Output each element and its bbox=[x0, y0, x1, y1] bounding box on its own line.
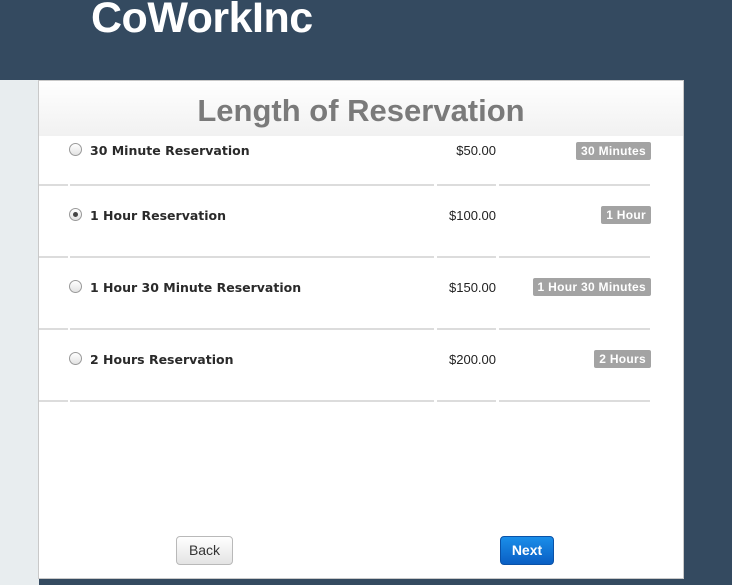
back-button[interactable]: Back bbox=[176, 536, 233, 565]
option-label[interactable]: 2 Hours Reservation bbox=[90, 352, 233, 367]
reservation-option-1-hour[interactable]: 1 Hour Reservation $100.00 1 Hour bbox=[39, 186, 685, 258]
duration-badge: 1 Hour 30 Minutes bbox=[532, 278, 651, 296]
duration-badge: 2 Hours bbox=[594, 350, 651, 368]
radio-button[interactable] bbox=[69, 208, 82, 221]
reservation-option-1-hour-30-minutes[interactable]: 1 Hour 30 Minute Reservation $150.00 1 H… bbox=[39, 258, 685, 330]
option-price: $150.00 bbox=[449, 280, 496, 295]
option-label[interactable]: 30 Minute Reservation bbox=[90, 143, 250, 158]
option-price: $100.00 bbox=[449, 208, 496, 223]
row-divider bbox=[70, 400, 434, 402]
option-price: $50.00 bbox=[456, 143, 496, 158]
reservation-card: Length of Reservation 30 Minute Reservat… bbox=[38, 80, 684, 579]
card-header: Length of Reservation bbox=[39, 81, 683, 136]
side-panel bbox=[0, 80, 39, 585]
reservation-option-2-hours[interactable]: 2 Hours Reservation $200.00 2 Hours bbox=[39, 330, 685, 402]
row-divider bbox=[437, 400, 496, 402]
duration-badge: 1 Hour bbox=[601, 206, 651, 224]
radio-button[interactable] bbox=[69, 352, 82, 365]
radio-button[interactable] bbox=[69, 280, 82, 293]
duration-badge: 30 Minutes bbox=[575, 142, 651, 160]
radio-button[interactable] bbox=[69, 143, 82, 156]
option-label[interactable]: 1 Hour 30 Minute Reservation bbox=[90, 280, 301, 295]
reservation-option-30-minutes[interactable]: 30 Minute Reservation $50.00 30 Minutes bbox=[39, 136, 685, 186]
brand-logo: CoWorkInc bbox=[91, 0, 313, 42]
page-title: Length of Reservation bbox=[197, 93, 525, 128]
option-label[interactable]: 1 Hour Reservation bbox=[90, 208, 226, 223]
option-price: $200.00 bbox=[449, 352, 496, 367]
reservation-options: 30 Minute Reservation $50.00 30 Minutes … bbox=[39, 136, 685, 402]
row-divider bbox=[499, 400, 650, 402]
next-button[interactable]: Next bbox=[500, 536, 554, 565]
row-divider bbox=[39, 400, 68, 402]
